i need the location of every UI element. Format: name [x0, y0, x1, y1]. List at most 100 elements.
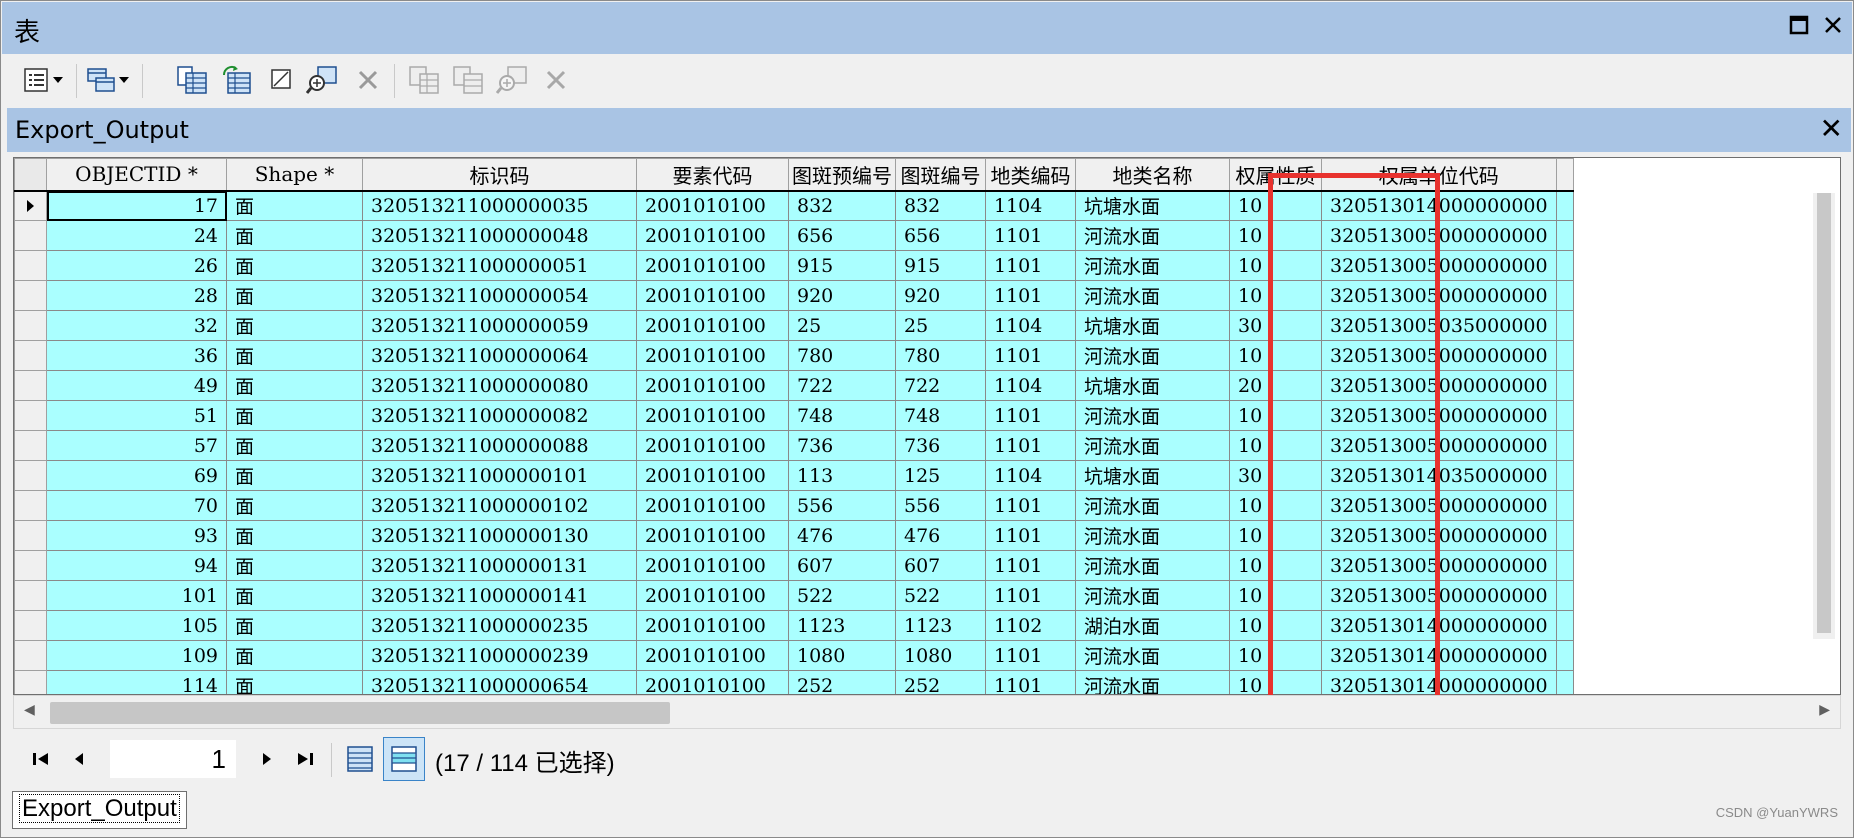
cell-owner-unit-code[interactable]: 320513014035000000 [1321, 460, 1557, 491]
cell-identifier[interactable]: 320513211000000654 [362, 670, 637, 694]
select-by-attributes-icon[interactable] [174, 62, 210, 98]
cell-owner-unit-code[interactable]: 320513014000000000 [1321, 190, 1557, 221]
column-header-objectid[interactable]: OBJECTID * [46, 158, 227, 192]
column-header-land-class-code[interactable]: 地类编码 [985, 158, 1076, 192]
cell-land-class-name[interactable]: 坑塘水面 [1075, 460, 1230, 491]
cell-patch-number[interactable]: 736 [895, 430, 986, 461]
cell-patch-number[interactable]: 252 [895, 670, 986, 694]
cell-land-class-code[interactable]: 1101 [985, 340, 1076, 371]
cell-owner-unit-code[interactable]: 320513005000000000 [1321, 280, 1557, 311]
cell-identifier[interactable]: 320513211000000048 [362, 220, 637, 251]
cell-land-class-code[interactable]: 1101 [985, 640, 1076, 671]
cell-identifier[interactable]: 320513211000000102 [362, 490, 637, 521]
table-row[interactable]: 17 面 320513211000000035 2001010100 832 832 110… [14, 190, 1574, 221]
cell-patch-pre-number[interactable]: 656 [788, 220, 896, 251]
cell-identifier[interactable]: 320513211000000059 [362, 310, 637, 341]
cell-shape[interactable]: 面 [226, 610, 363, 641]
cell-owner-unit-code[interactable]: 320513005035000000 [1321, 310, 1557, 341]
cell-patch-pre-number[interactable]: 25 [788, 310, 896, 341]
cell-feature-code[interactable]: 2001010100 [636, 220, 789, 251]
cell-patch-number[interactable]: 1123 [895, 610, 986, 641]
cell-owner-unit-code[interactable]: 320513005000000000 [1321, 250, 1557, 281]
cell-shape[interactable]: 面 [226, 640, 363, 671]
cell-owner-unit-code[interactable]: 320513005000000000 [1321, 400, 1557, 431]
column-header-identifier[interactable]: 标识码 [362, 158, 637, 192]
cell-shape[interactable]: 面 [226, 280, 363, 311]
row-selector[interactable] [14, 640, 47, 671]
row-selector[interactable] [14, 430, 47, 461]
cell-identifier[interactable]: 320513211000000101 [362, 460, 637, 491]
clear-selection-icon[interactable] [264, 62, 300, 98]
cell-ownership-type[interactable]: 10 [1229, 580, 1322, 611]
cell-patch-number[interactable]: 656 [895, 220, 986, 251]
cell-objectid[interactable]: 36 [46, 340, 227, 371]
cell-ownership-type[interactable]: 10 [1229, 250, 1322, 281]
cell-identifier[interactable]: 320513211000000239 [362, 640, 637, 671]
cell-objectid[interactable]: 101 [46, 580, 227, 611]
row-selector[interactable] [14, 490, 47, 521]
cell-ownership-type[interactable]: 10 [1229, 610, 1322, 641]
cell-land-class-code[interactable]: 1101 [985, 430, 1076, 461]
cell-shape[interactable]: 面 [226, 400, 363, 431]
cell-patch-number[interactable]: 476 [895, 520, 986, 551]
cell-identifier[interactable]: 320513211000000141 [362, 580, 637, 611]
close-icon[interactable]: ✕ [1820, 112, 1843, 146]
cell-patch-pre-number[interactable]: 915 [788, 250, 896, 281]
cell-shape[interactable]: 面 [226, 430, 363, 461]
cell-ownership-type[interactable]: 10 [1229, 640, 1322, 671]
row-selector[interactable] [14, 610, 47, 641]
close-icon[interactable] [1816, 10, 1850, 44]
cell-objectid[interactable]: 17 [46, 190, 227, 221]
cell-feature-code[interactable]: 2001010100 [636, 550, 789, 581]
cell-land-class-name[interactable]: 湖泊水面 [1075, 610, 1230, 641]
cell-ownership-type[interactable]: 30 [1229, 310, 1322, 341]
cell-feature-code[interactable]: 2001010100 [636, 280, 789, 311]
row-selector[interactable] [14, 670, 47, 694]
table-row[interactable]: 36 面 320513211000000064 2001010100 780 780 110… [14, 340, 1574, 371]
row-selector-header[interactable] [14, 158, 47, 192]
vertical-scroll-thumb[interactable] [1817, 193, 1831, 633]
last-record-icon[interactable] [287, 741, 323, 777]
cell-feature-code[interactable]: 2001010100 [636, 520, 789, 551]
table-row[interactable]: 57 面 320513211000000088 2001010100 736 736 110… [14, 430, 1574, 461]
table-row[interactable]: 93 面 320513211000000130 2001010100 476 476 110… [14, 520, 1574, 551]
cell-ownership-type[interactable]: 10 [1229, 280, 1322, 311]
cell-ownership-type[interactable]: 10 [1229, 490, 1322, 521]
row-selector[interactable] [14, 580, 47, 611]
column-header-shape[interactable]: Shape * [226, 158, 363, 192]
cell-land-class-name[interactable]: 河流水面 [1075, 520, 1230, 551]
cell-owner-unit-code[interactable]: 320513014000000000 [1321, 640, 1557, 671]
current-record-input[interactable]: 1 [109, 739, 237, 779]
cell-ownership-type[interactable]: 10 [1229, 400, 1322, 431]
cell-shape[interactable]: 面 [226, 370, 363, 401]
cell-identifier[interactable]: 320513211000000130 [362, 520, 637, 551]
cell-identifier[interactable]: 320513211000000054 [362, 280, 637, 311]
cell-feature-code[interactable]: 2001010100 [636, 370, 789, 401]
cell-owner-unit-code[interactable]: 320513005000000000 [1321, 340, 1557, 371]
delete-selected-icon[interactable] [350, 62, 386, 98]
cell-feature-code[interactable]: 2001010100 [636, 670, 789, 694]
scroll-left-icon[interactable]: ◀ [24, 702, 35, 718]
cell-patch-number[interactable]: 125 [895, 460, 986, 491]
table-row[interactable]: 26 面 320513211000000051 2001010100 915 915 110… [14, 250, 1574, 281]
cell-patch-number[interactable]: 607 [895, 550, 986, 581]
table-row[interactable]: 101 面 320513211000000141 2001010100 522 522 11… [14, 580, 1574, 611]
cell-land-class-name[interactable]: 坑塘水面 [1075, 310, 1230, 341]
cell-land-class-code[interactable]: 1101 [985, 250, 1076, 281]
cell-shape[interactable]: 面 [226, 580, 363, 611]
cell-shape[interactable]: 面 [226, 220, 363, 251]
cell-owner-unit-code[interactable]: 320513005000000000 [1321, 220, 1557, 251]
cell-objectid[interactable]: 114 [46, 670, 227, 694]
cell-identifier[interactable]: 320513211000000080 [362, 370, 637, 401]
cell-land-class-code[interactable]: 1104 [985, 190, 1076, 221]
cell-shape[interactable]: 面 [226, 310, 363, 341]
cell-land-class-code[interactable]: 1101 [985, 670, 1076, 694]
cell-patch-number[interactable]: 25 [895, 310, 986, 341]
cell-patch-number[interactable]: 1080 [895, 640, 986, 671]
cell-owner-unit-code[interactable]: 320513005000000000 [1321, 430, 1557, 461]
dropdown-icon[interactable] [48, 62, 68, 98]
cell-objectid[interactable]: 69 [46, 460, 227, 491]
first-record-icon[interactable] [23, 741, 59, 777]
row-selector[interactable] [14, 520, 47, 551]
cell-objectid[interactable]: 49 [46, 370, 227, 401]
